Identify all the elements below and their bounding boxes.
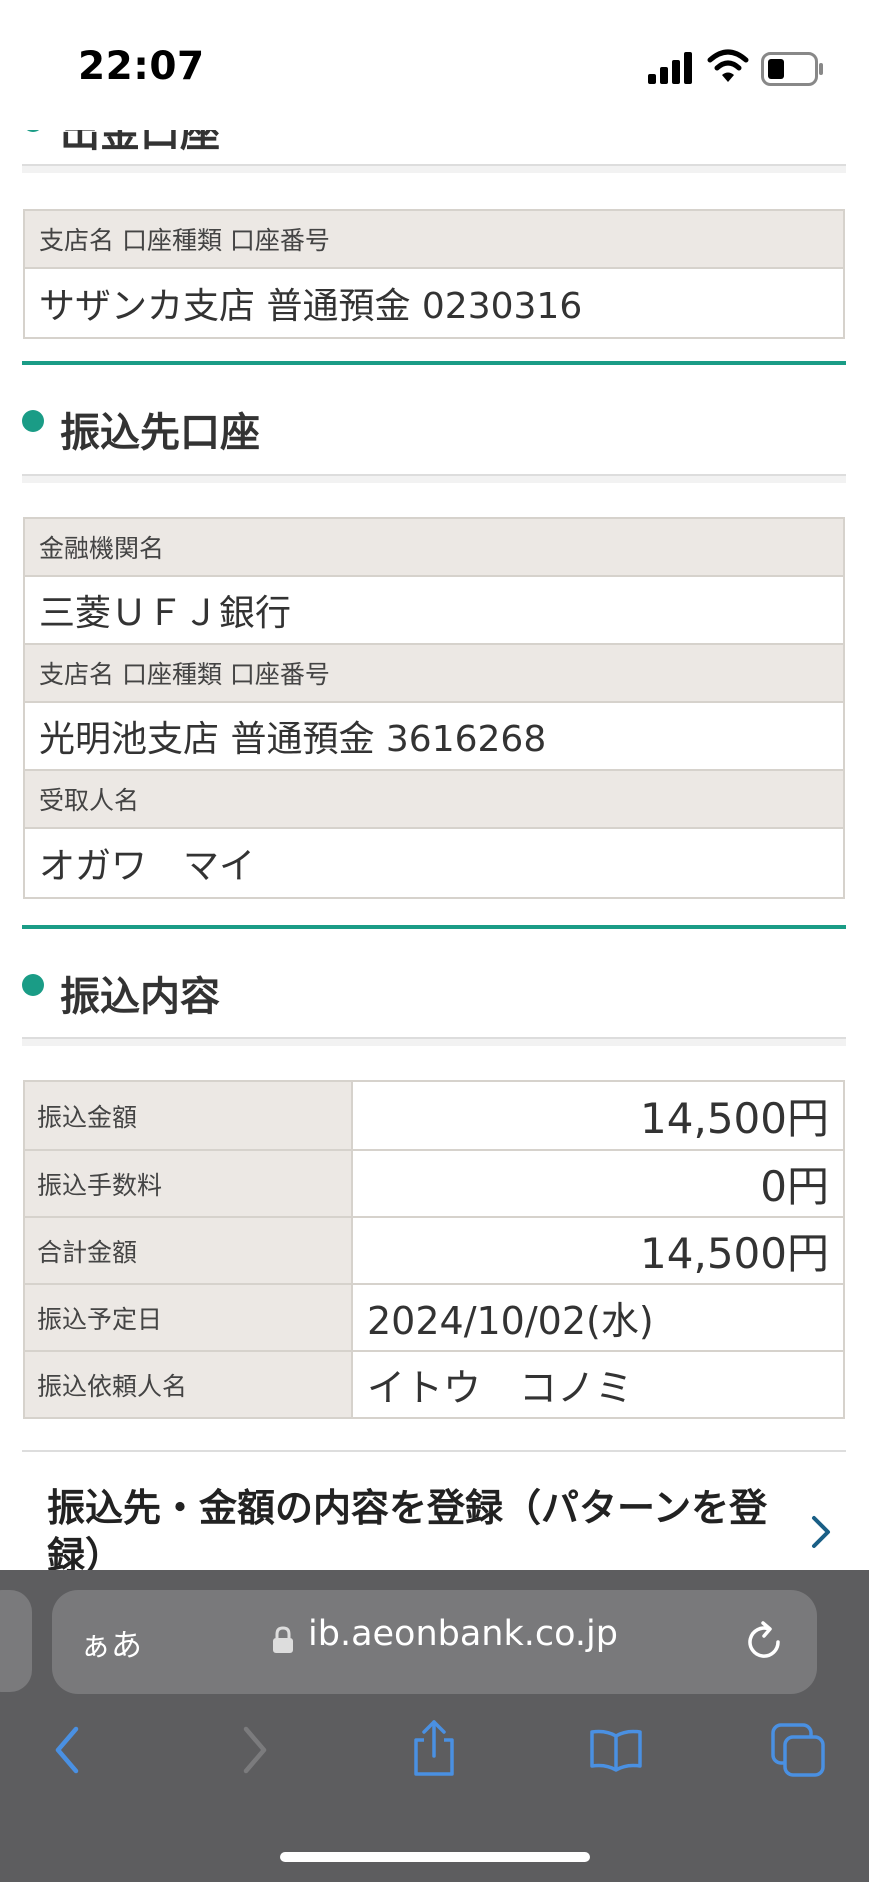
bank-name-label: 金融機関名 — [25, 519, 843, 577]
recipient-name-value: オガワ マイ — [25, 829, 843, 897]
section-separator — [22, 361, 846, 365]
section-divider — [22, 1037, 846, 1046]
destination-account-box: 金融機関名 三菱ＵＦＪ銀行 支店名 口座種類 口座番号 光明池支店 普通預金 3… — [23, 517, 845, 899]
lock-icon — [273, 1626, 293, 1653]
requester-name-label: 振込依頼人名 — [25, 1352, 353, 1417]
table-row: 振込金額 14,500円 — [25, 1082, 843, 1149]
destination-branch-value: 光明池支店 普通預金 3616268 — [25, 703, 843, 771]
transfer-amount-label: 振込金額 — [25, 1082, 353, 1149]
section-bullet — [22, 410, 44, 432]
destination-branch-label: 支店名 口座種類 口座番号 — [25, 645, 843, 703]
withdrawal-branch-label: 支店名 口座種類 口座番号 — [25, 211, 843, 269]
page-settings-button[interactable]: ぁあ — [80, 1620, 142, 1665]
battery-icon — [761, 52, 823, 86]
page-content: 出金口座 支店名 口座種類 口座番号 サザンカ支店 普通預金 0230316 振… — [0, 0, 869, 1575]
address-bar[interactable]: ぁあ ib.aeonbank.co.jp — [52, 1590, 817, 1694]
transfer-amount-value: 14,500円 — [640, 1094, 829, 1143]
tabs-icon[interactable] — [770, 1722, 826, 1778]
url-text: ib.aeonbank.co.jp — [308, 1614, 618, 1654]
register-pattern-label: 振込先・金額の内容を登録（パターンを登録） — [47, 1486, 768, 1575]
transfer-fee-label: 振込手数料 — [25, 1151, 353, 1216]
total-amount-label: 合計金額 — [25, 1218, 353, 1283]
requester-name-value: イトウ コノミ — [367, 1366, 634, 1410]
table-row: 合計金額 14,500円 — [25, 1216, 843, 1283]
table-row: 振込予定日 2024/10/02(水) — [25, 1283, 843, 1350]
browser-toolbar: ぁあ ib.aeonbank.co.jp — [0, 1570, 869, 1882]
status-bar: 22:07 — [0, 0, 869, 130]
scheduled-date-value: 2024/10/02(水) — [367, 1299, 654, 1343]
transfer-title: 振込内容 — [60, 974, 220, 1020]
withdrawal-account-box: 支店名 口座種類 口座番号 サザンカ支店 普通預金 0230316 — [23, 209, 845, 339]
signal-icon — [648, 52, 692, 84]
table-row: 振込依頼人名 イトウ コノミ — [25, 1350, 843, 1417]
forward-icon[interactable] — [240, 1725, 270, 1775]
section-bullet — [22, 974, 44, 996]
bank-name-value: 三菱ＵＦＪ銀行 — [25, 577, 843, 645]
back-icon[interactable] — [52, 1725, 82, 1775]
register-pattern-link[interactable]: 振込先・金額の内容を登録（パターンを登録） — [22, 1450, 846, 1575]
destination-title: 振込先口座 — [60, 410, 260, 456]
scheduled-date-label: 振込予定日 — [25, 1285, 353, 1350]
status-time: 22:07 — [78, 44, 205, 89]
reload-icon[interactable] — [745, 1620, 785, 1662]
table-row: 振込手数料 0円 — [25, 1149, 843, 1216]
chevron-right-icon — [812, 1516, 830, 1548]
section-separator — [22, 925, 846, 929]
wifi-icon — [707, 49, 749, 82]
home-indicator — [280, 1852, 590, 1862]
previous-tab-preview[interactable] — [0, 1590, 32, 1692]
withdrawal-branch-value: サザンカ支店 普通預金 0230316 — [25, 269, 843, 337]
bookmarks-icon[interactable] — [588, 1728, 644, 1772]
share-icon[interactable] — [410, 1718, 458, 1778]
recipient-name-label: 受取人名 — [25, 771, 843, 829]
total-amount-value: 14,500円 — [640, 1229, 829, 1278]
transfer-fee-value: 0円 — [760, 1162, 829, 1211]
section-divider — [22, 164, 846, 173]
transfer-details-table: 振込金額 14,500円 振込手数料 0円 合計金額 14,500円 振込予定日… — [23, 1080, 845, 1419]
section-divider — [22, 474, 846, 483]
